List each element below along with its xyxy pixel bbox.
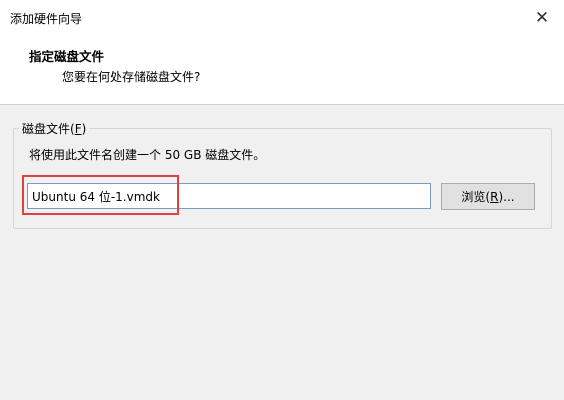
page-subtitle: 您要在何处存储磁盘文件? <box>62 70 201 84</box>
browse-label-suffix: )... <box>498 189 515 204</box>
highlight-annotation <box>22 175 179 215</box>
page-title: 指定磁盘文件 <box>29 49 105 64</box>
group-label-suffix: ) <box>81 122 87 136</box>
disk-file-group-label: 磁盘文件(F) <box>19 120 90 137</box>
browse-button[interactable]: 浏览(R)... <box>441 183 535 210</box>
group-label-prefix: 磁盘文件( <box>22 122 75 136</box>
title-bar: 添加硬件向导 ✕ <box>0 0 564 36</box>
close-icon[interactable]: ✕ <box>528 4 556 32</box>
wizard-header: 指定磁盘文件 您要在何处存储磁盘文件? <box>0 36 564 105</box>
browse-label-accesskey: R <box>490 189 499 204</box>
window-title: 添加硬件向导 <box>10 12 83 26</box>
group-label-accesskey: F <box>74 122 82 136</box>
disk-file-description: 将使用此文件名创建一个 50 GB 磁盘文件。 <box>29 148 266 162</box>
browse-label-prefix: 浏览( <box>461 190 491 204</box>
